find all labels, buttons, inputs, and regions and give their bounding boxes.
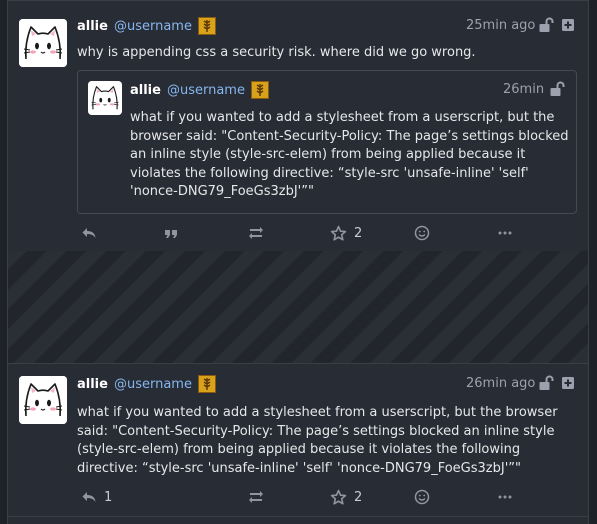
quote-avatar[interactable]: [88, 81, 122, 115]
quoted-post[interactable]: allie @username 26min what if you wanted…: [77, 70, 577, 214]
unlock-icon[interactable]: [538, 375, 554, 391]
reply-button[interactable]: [81, 221, 97, 245]
quote-author-line: allie @username: [130, 81, 269, 99]
action-bar: 2: [8, 221, 588, 245]
boost-icon: [249, 491, 263, 503]
status-post[interactable]: allie @username 26min ago what if you wa…: [8, 364, 588, 517]
react-button[interactable]: [414, 221, 430, 245]
quote-icon: [165, 230, 177, 238]
unlock-icon[interactable]: [549, 81, 565, 97]
favourite-button[interactable]: 2: [330, 221, 362, 245]
boost-button[interactable]: [247, 485, 265, 509]
more-button[interactable]: [497, 485, 513, 509]
account-handle[interactable]: @username: [114, 377, 192, 392]
wheat-badge-icon: [251, 81, 269, 99]
favourite-count: 2: [354, 225, 363, 241]
status-content: what if you wanted to add a stylesheet f…: [77, 405, 558, 476]
timeline-gap[interactable]: [8, 251, 588, 364]
emoji-icon: [414, 225, 430, 241]
wheat-badge-icon: [198, 375, 216, 393]
reply-count: 1: [104, 489, 113, 505]
avatar[interactable]: [19, 376, 67, 424]
quote-timestamp[interactable]: 26min: [503, 82, 544, 97]
action-bar: 1 2: [8, 485, 588, 509]
favourite-button[interactable]: 2: [330, 485, 362, 509]
wheat-badge-icon: [198, 17, 216, 35]
author-line: allie @username: [77, 375, 216, 393]
react-button[interactable]: [414, 485, 430, 509]
plus-box-icon[interactable]: [560, 17, 576, 33]
more-button[interactable]: [497, 221, 513, 245]
account-handle[interactable]: @username: [114, 19, 192, 34]
favourite-count: 2: [354, 489, 363, 505]
quote-display-name[interactable]: allie: [130, 83, 161, 98]
unlock-icon[interactable]: [538, 17, 554, 33]
boost-button[interactable]: [247, 221, 265, 245]
cat-avatar-icon: [19, 19, 67, 67]
star-icon: [330, 489, 347, 505]
timestamp[interactable]: 26min ago: [466, 376, 535, 391]
avatar[interactable]: [19, 19, 67, 67]
more-icon: [498, 231, 512, 235]
quote-button[interactable]: [163, 221, 179, 245]
reply-icon: [82, 228, 96, 238]
status-post[interactable]: allie @username 25min ago why is appendi…: [8, 0, 588, 252]
reply-button[interactable]: 1: [81, 485, 112, 509]
quote-content: what if you wanted to add a stylesheet f…: [130, 110, 569, 199]
more-icon: [498, 495, 512, 499]
reply-icon: [82, 492, 96, 502]
emoji-icon: [414, 489, 430, 505]
author-line: allie @username: [77, 17, 216, 35]
timestamp[interactable]: 25min ago: [466, 18, 535, 33]
cat-avatar-icon: [88, 81, 122, 115]
status-content: why is appending css a security risk. wh…: [77, 45, 476, 60]
display-name[interactable]: allie: [77, 19, 108, 34]
star-icon: [330, 225, 347, 241]
quote-account-handle[interactable]: @username: [167, 83, 245, 98]
cat-avatar-icon: [19, 376, 67, 424]
plus-box-icon[interactable]: [560, 375, 576, 391]
boost-icon: [249, 227, 263, 239]
timeline-column: allie @username 25min ago why is appendi…: [7, 0, 589, 524]
display-name[interactable]: allie: [77, 377, 108, 392]
